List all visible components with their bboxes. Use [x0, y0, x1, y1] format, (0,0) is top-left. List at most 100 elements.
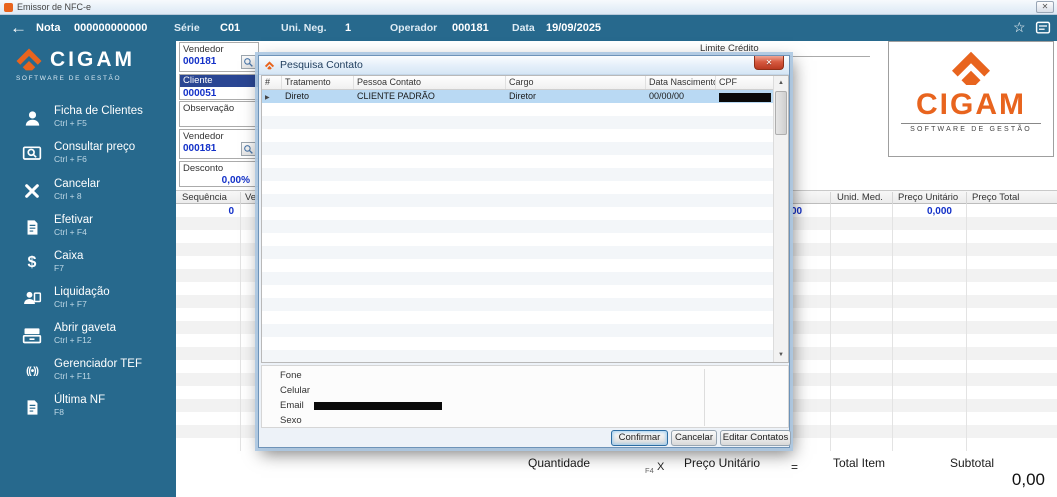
data-value: 19/09/2025	[546, 22, 602, 34]
data-label: Data	[512, 22, 535, 34]
menu-label: Ficha de Clientes	[54, 105, 143, 117]
col-unid-med[interactable]: Unid. Med.	[837, 191, 883, 204]
total-item-label: Total Item	[833, 456, 886, 470]
cell-pessoa-contato: CLIENTE PADRÃO	[357, 91, 435, 101]
sidebar-item-abrir-gaveta[interactable]: Abrir gaveta Ctrl + F12	[0, 320, 176, 352]
document-icon	[20, 215, 44, 239]
panel-icon[interactable]	[1035, 20, 1051, 39]
column-separator	[892, 192, 893, 204]
serie-label: Série	[174, 22, 200, 34]
menu-label: Caixa	[54, 250, 84, 262]
confirmar-button[interactable]: Confirmar	[611, 430, 668, 446]
celular-label: Celular	[280, 385, 311, 396]
grid-header: # Tratamento Pessoa Contato Cargo Data N…	[262, 76, 788, 90]
vendedor-label: Vendedor	[183, 44, 224, 55]
person-icon	[20, 106, 44, 130]
col-pessoa-contato[interactable]: Pessoa Contato	[354, 76, 506, 89]
equals-sign: =	[791, 460, 799, 474]
cell-data-nascimento: 00/00/00	[649, 91, 685, 101]
favorites-star-icon[interactable]: ☆	[1013, 19, 1026, 36]
desconto-value: 0,00%	[221, 175, 250, 186]
sidebar-item-liquidacao[interactable]: Liquidação Ctrl + F7	[0, 284, 176, 316]
nota-value: 000000000000	[74, 22, 148, 34]
multiply-sign: X	[657, 461, 665, 473]
grid-scrollbar[interactable]: ▲ ▼	[773, 76, 788, 362]
menu-label: Última NF	[54, 394, 106, 406]
col-cpf[interactable]: CPF	[716, 76, 773, 89]
dialog-titlebar[interactable]: Pesquisa Contato ✕	[259, 56, 789, 75]
search-icon[interactable]	[241, 142, 256, 156]
contacts-grid: # Tratamento Pessoa Contato Cargo Data N…	[261, 75, 789, 363]
column-line	[830, 204, 831, 451]
cancelar-button[interactable]: Cancelar	[671, 430, 717, 446]
detail-divider	[704, 369, 705, 426]
col-hash[interactable]: #	[262, 76, 282, 89]
dialog-close-icon[interactable]: ✕	[754, 56, 784, 70]
logo-text: CIGAM	[50, 48, 135, 71]
menu-shortcut: Ctrl + F12	[54, 335, 92, 345]
contact-detail-panel: Fone Celular Email Sexo	[261, 365, 789, 428]
menu-label: Efetivar	[54, 214, 93, 226]
cashier-icon	[20, 287, 44, 311]
sidebar-item-gerenciador-tef[interactable]: ((•)) Gerenciador TEF Ctrl + F11	[0, 356, 176, 388]
logo-subtitle: SOFTWARE DE GESTÃO	[16, 75, 122, 82]
f4-hint: F4	[645, 466, 654, 475]
menu-label: Liquidação	[54, 286, 110, 298]
header-bar: ← Nota 000000000000 Série C01 Uni. Neg. …	[0, 15, 1057, 41]
menu-shortcut: Ctrl + F4	[54, 227, 87, 237]
col-preco-unitario[interactable]: Preço Unitário	[898, 191, 958, 204]
sidebar-item-ultima-nf[interactable]: Última NF F8	[0, 392, 176, 424]
operador-value: 000181	[452, 22, 489, 34]
col-tratamento[interactable]: Tratamento	[282, 76, 354, 89]
cliente-value: 000051	[183, 88, 217, 99]
sidebar-item-caixa[interactable]: $ Caixa F7	[0, 248, 176, 280]
menu-shortcut: Ctrl + F6	[54, 154, 87, 164]
subtotal-value: 0,00	[1011, 470, 1045, 489]
sidebar-item-consultar-preco[interactable]: Consultar preço Ctrl + F6	[0, 139, 176, 171]
menu-label: Abrir gaveta	[54, 322, 117, 334]
cigam-house-icon	[889, 48, 1053, 89]
cpf-redacted-bar	[719, 93, 771, 103]
col-sequencia[interactable]: Sequência	[182, 191, 227, 204]
search-icon[interactable]	[241, 55, 256, 69]
menu-shortcut: Ctrl + 8	[54, 191, 82, 201]
editar-contatos-button[interactable]: Editar Contatos	[720, 430, 791, 446]
col-cargo[interactable]: Cargo	[506, 76, 646, 89]
quantidade-label: Quantidade	[528, 456, 591, 470]
window-titlebar: Emissor de NFC-e ✕	[0, 0, 1057, 15]
sidebar-item-ficha-de-clientes[interactable]: Ficha de Clientes Ctrl + F5	[0, 103, 176, 135]
sexo-label: Sexo	[280, 415, 302, 426]
uni-neg-label: Uni. Neg.	[281, 22, 327, 34]
menu-shortcut: F7	[54, 263, 64, 273]
price-search-icon	[20, 142, 44, 166]
preco-unitario-label: Preço Unitário	[684, 456, 761, 470]
email-redacted-bar	[314, 402, 442, 410]
cell-tratamento: Direto	[285, 91, 310, 101]
scroll-down-icon[interactable]: ▼	[774, 348, 788, 362]
back-arrow-icon[interactable]: ←	[10, 15, 27, 41]
grid-empty-rows[interactable]	[262, 103, 773, 362]
cigam-house-icon	[14, 46, 44, 74]
cliente-field[interactable]: Cliente 000051	[179, 74, 259, 100]
invoice-icon	[20, 395, 44, 419]
menu-shortcut: Ctrl + F11	[54, 371, 91, 381]
serie-value: C01	[220, 22, 241, 34]
scroll-up-icon[interactable]: ▲	[774, 76, 788, 90]
menu-shortcut: Ctrl + F5	[54, 118, 87, 128]
sidebar: CIGAM SOFTWARE DE GESTÃO Ficha de Client…	[0, 41, 176, 497]
desconto-field[interactable]: Desconto 0,00%	[179, 161, 259, 187]
column-line	[892, 204, 893, 451]
column-separator	[966, 192, 967, 204]
column-separator	[240, 192, 241, 204]
sidebar-item-cancelar[interactable]: Cancelar Ctrl + 8	[0, 176, 176, 208]
col-preco-total[interactable]: Preço Total	[972, 191, 1019, 204]
scroll-thumb[interactable]	[775, 91, 787, 135]
cell-cargo: Diretor	[509, 91, 537, 101]
cash-drawer-icon	[20, 323, 44, 347]
column-line	[240, 204, 241, 451]
uni-neg-value: 1	[345, 22, 352, 34]
col-data-nascimento[interactable]: Data Nascimento	[646, 76, 716, 89]
contact-row[interactable]: ▶ Direto CLIENTE PADRÃO Diretor 00/00/00	[262, 90, 788, 103]
sidebar-item-efetivar[interactable]: Efetivar Ctrl + F4	[0, 212, 176, 244]
window-close-icon[interactable]: ✕	[1036, 1, 1054, 13]
